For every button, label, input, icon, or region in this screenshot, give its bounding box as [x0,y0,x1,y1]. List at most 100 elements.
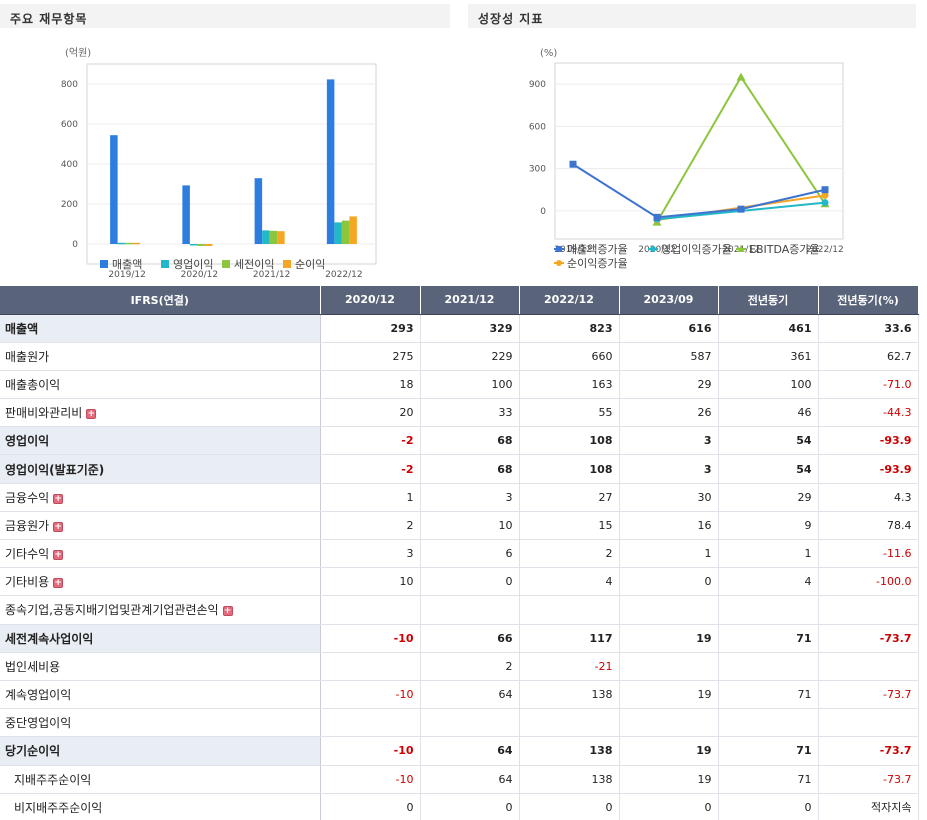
bar-ytick-label: 200 [61,200,78,210]
line-ytick-label: 300 [529,165,546,175]
row-label-text: 기타비용 [5,575,50,590]
table-cell: 적자지속 [818,793,919,820]
row-label: 당기순이익 [0,736,321,766]
row-label: 비지배주주순이익 [0,793,321,820]
bar-세전이익 [197,244,205,246]
bar-xtick-label: 2020/12 [181,270,218,280]
table-cell [519,595,620,625]
bar-legend-label: 영업이익 [173,258,213,271]
table-cell: -73.7 [818,765,919,794]
table-cell: 10 [320,567,421,597]
table-cell: 19 [619,624,719,653]
table-cell: 0 [420,567,520,597]
table-cell: 19 [619,736,719,766]
row-label-text: 매출액 [5,321,39,336]
table-cell: 163 [519,370,620,400]
table-row: 판매비와관리비 +20 33 55 26 46 -44.3 [0,398,919,428]
header-period: 2023/09 [619,286,719,315]
table-cell: 27 [519,483,620,512]
line-point-매출액증가율 [737,205,745,213]
table-cell: 4 [519,567,620,597]
row-label: 매출원가 [0,342,321,371]
table-cell: 29 [718,483,819,512]
line-legend-label: EBITDA증가율 [749,243,820,256]
bar-세전이익 [341,220,350,244]
row-label-text: 기타수익 [5,547,50,562]
table-cell: 55 [519,398,620,428]
line-ytick-label: 600 [529,122,546,132]
table-cell [619,595,719,625]
table-cell: 100 [420,370,520,400]
bar-legend-swatch [222,260,230,268]
line-legend-label: 영업이익증가율 [661,243,732,256]
table-cell: 19 [619,765,719,794]
row-label-text: 금융수익 [5,490,50,505]
expand-plus-icon[interactable]: + [53,578,64,589]
table-cell: 1 [619,539,719,569]
line-legend-label: 매출액증가율 [567,243,628,256]
line-legend-marker [650,246,656,252]
row-label-text: 매출원가 [5,349,50,364]
expand-plus-icon[interactable]: + [53,521,64,532]
table-cell: 616 [619,314,719,343]
line-y-unit: (%) [540,48,557,59]
bar-legend-swatch [100,260,108,268]
row-label[interactable]: 금융수익 + [0,483,321,512]
bar-매출액 [254,178,263,244]
table-cell [718,652,819,681]
expand-plus-icon[interactable]: + [222,606,233,617]
table-cell: 64 [420,680,520,710]
table-cell: -10 [320,680,421,710]
table-row: 계속영업이익 -10 64 138 19 71 -73.7 [0,680,919,710]
table-cell: 108 [519,426,620,456]
line-point-매출액증가율 [569,160,577,168]
row-label-text: 법인세비용 [5,659,61,674]
row-label-text: 종속기업,공동지배기업및관계기업관련손익 [5,603,219,618]
table-cell: 54 [718,426,819,456]
bar-영업이익 [334,222,342,244]
table-cell: 117 [519,624,620,653]
table-cell: 9 [718,511,819,541]
table-row: 금융원가 +2 10 15 16 9 78.4 [0,511,919,541]
table-cell: 10 [420,511,520,541]
table-cell: 461 [718,314,819,343]
expand-plus-icon[interactable]: + [86,409,97,420]
table-cell: 62.7 [818,342,919,371]
line-point-영업이익증가율 [821,199,829,207]
table-cell: 29 [619,370,719,400]
line-legend-label: 순이익증가율 [567,257,628,270]
table-cell: 68 [420,426,520,456]
row-label[interactable]: 금융원가 + [0,511,321,541]
row-label[interactable]: 기타수익 + [0,539,321,569]
bar-매출액 [110,135,118,244]
row-label[interactable]: 기타비용 + [0,567,321,597]
table-cell [718,595,819,625]
table-row: 비지배주주순이익 0 0 0 0 0 적자지속 [0,793,919,820]
table-cell: 0 [420,793,520,820]
table-cell: 33 [420,398,520,428]
table-cell: 361 [718,342,819,371]
row-label-text: 지배주주순이익 [14,772,92,787]
table-cell: -93.9 [818,426,919,456]
table-cell: 823 [519,314,620,343]
table-cell: -10 [320,765,421,794]
row-label[interactable]: 종속기업,공동지배기업및관계기업관련손익 + [0,595,321,625]
bar-ytick-label: 600 [61,120,78,130]
header-period: 2022/12 [519,286,620,315]
row-label: 매출액 [0,314,321,343]
bar-매출액 [182,185,190,244]
row-label: 법인세비용 [0,652,321,681]
bar-legend-label: 세전이익 [234,258,274,271]
line-legend-marker [556,260,562,266]
bar-xtick-label: 2021/12 [253,270,290,280]
expand-plus-icon[interactable]: + [53,493,64,504]
table-cell: -2 [320,454,421,484]
expand-plus-icon[interactable]: + [53,550,64,561]
bar-xtick-label: 2019/12 [108,270,145,280]
header-item-label: IFRS(연결) [0,286,321,315]
bar-순이익 [277,231,285,244]
table-cell: 2 [320,511,421,541]
table-cell: 18 [320,370,421,400]
row-label[interactable]: 판매비와관리비 + [0,398,321,428]
table-cell: -44.3 [818,398,919,428]
